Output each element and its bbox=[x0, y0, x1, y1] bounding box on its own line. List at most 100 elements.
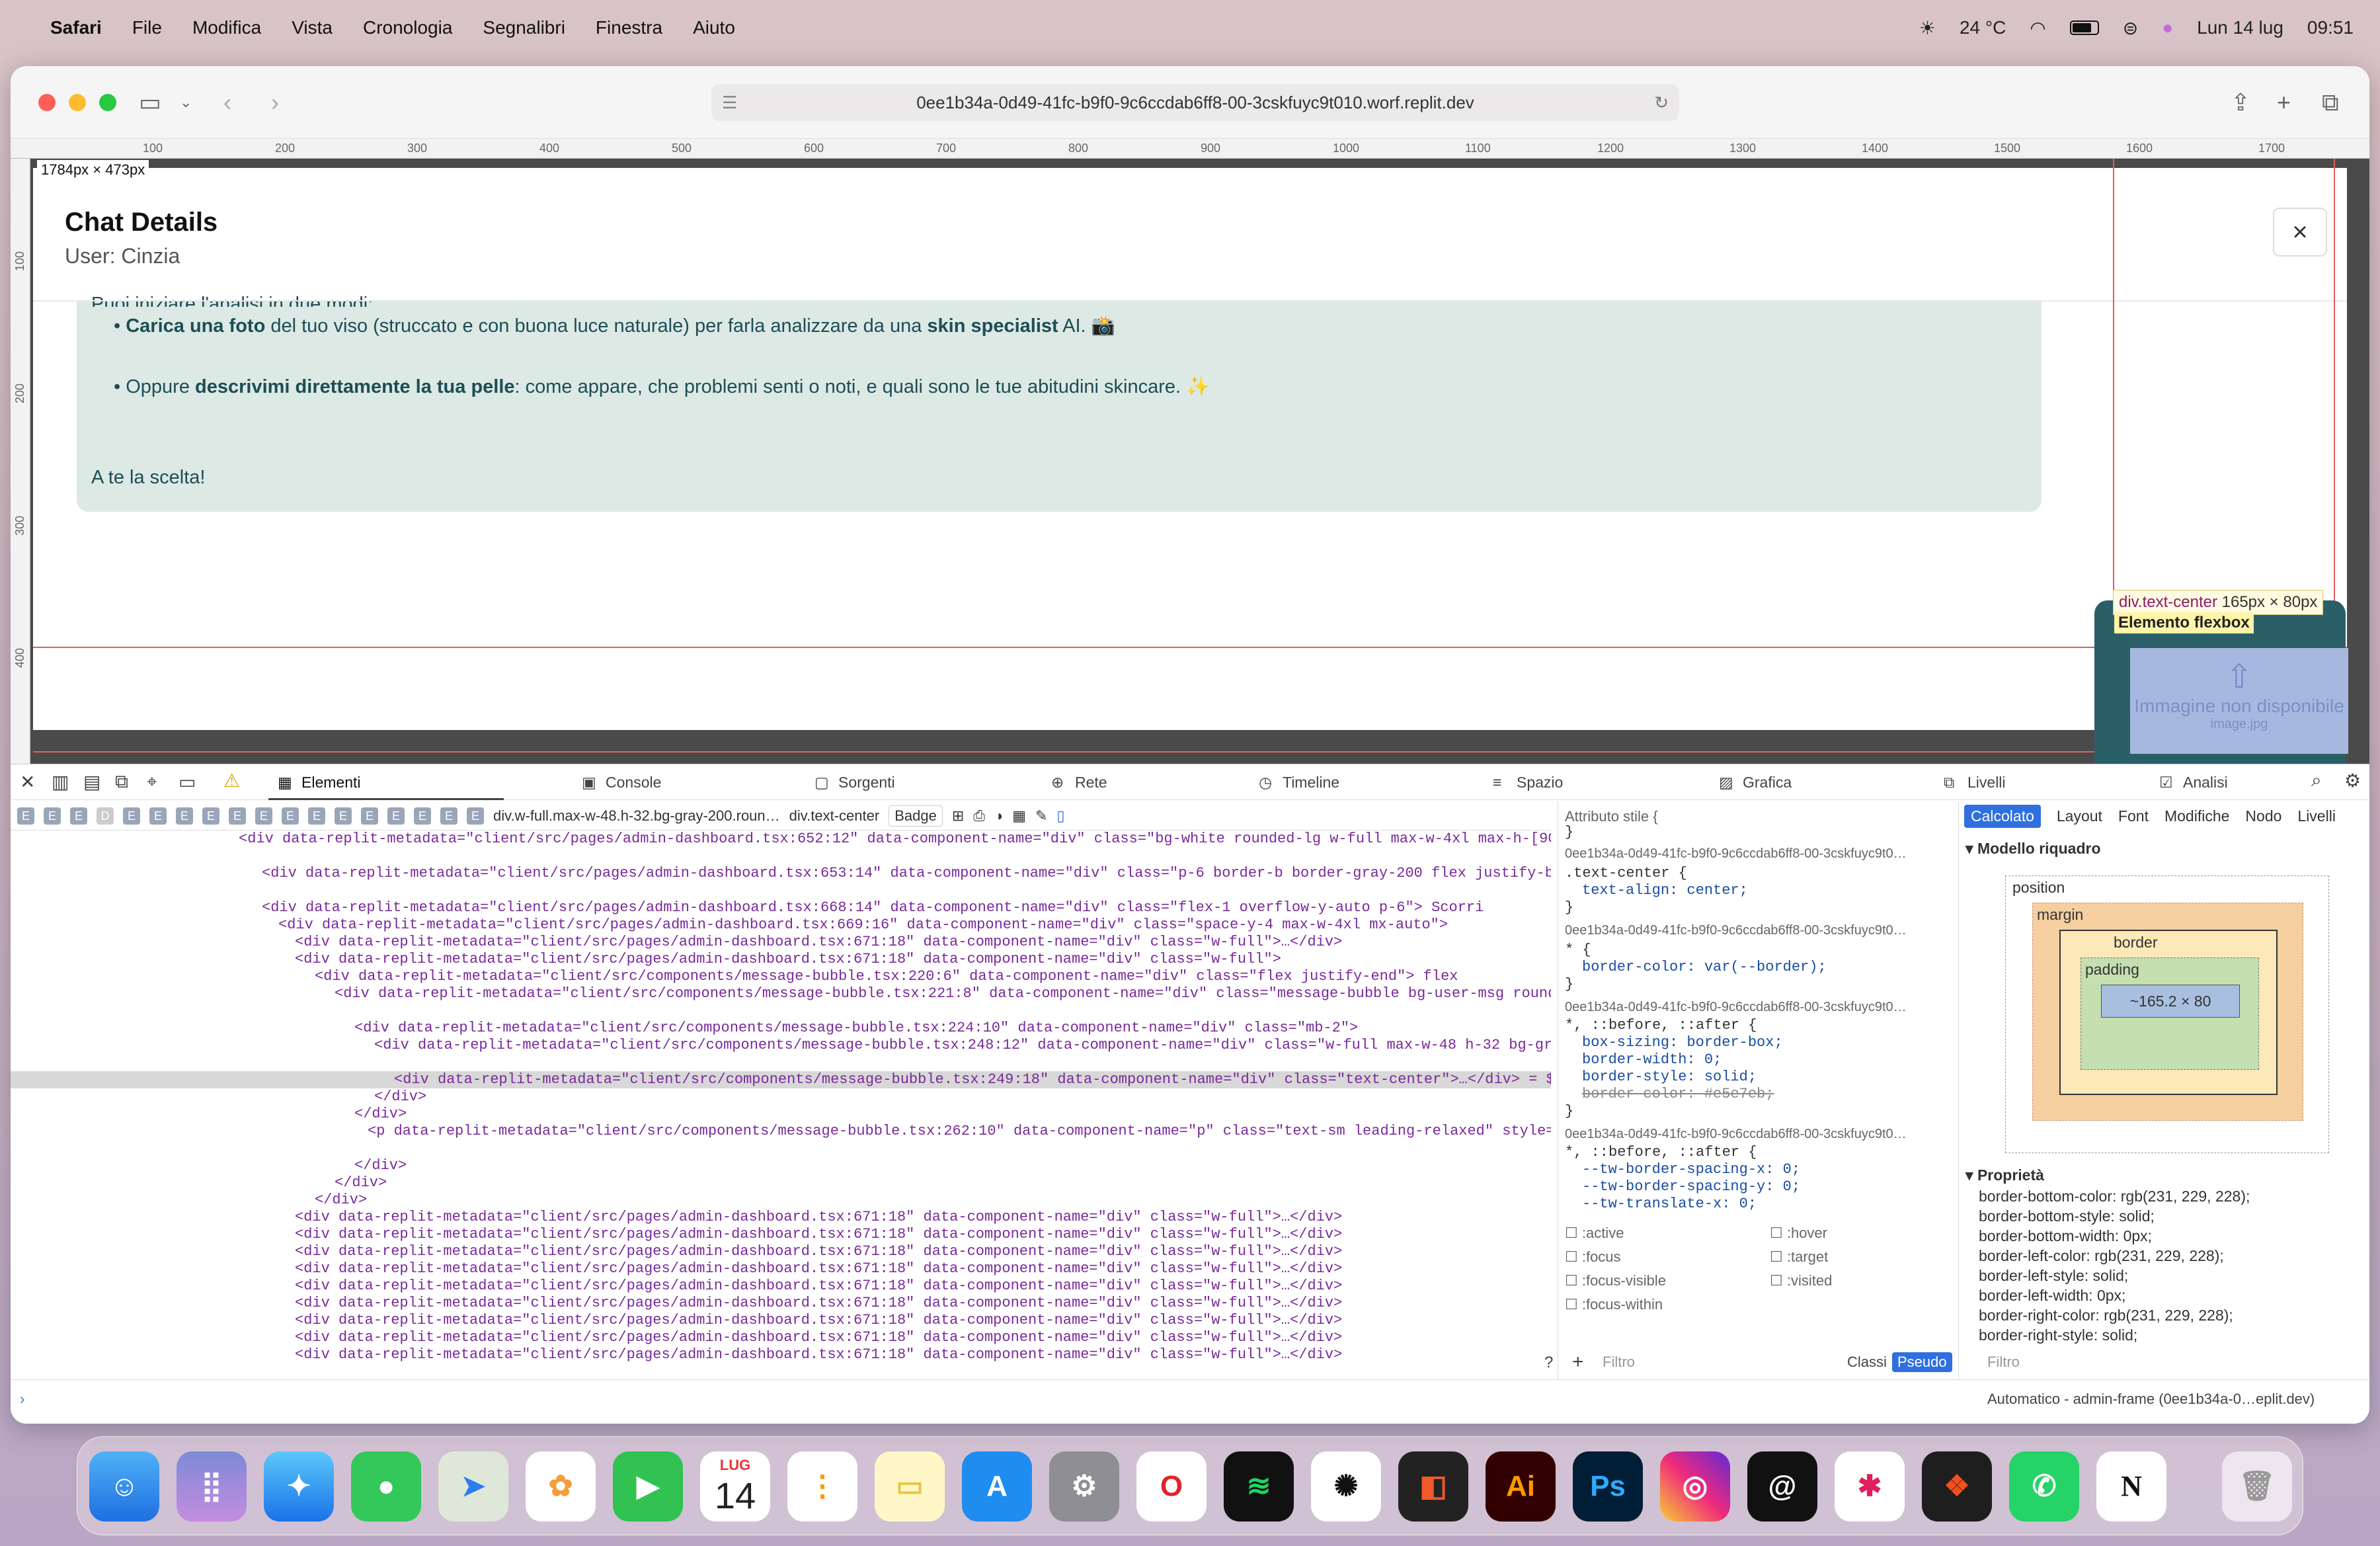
menu-finestra[interactable]: Finestra bbox=[596, 17, 662, 38]
breadcrumb-node[interactable]: E bbox=[361, 807, 378, 825]
facetime-icon[interactable]: ▶ bbox=[613, 1451, 683, 1522]
launchpad-icon[interactable]: ⣿ bbox=[177, 1451, 247, 1522]
tab-layout[interactable]: Layout bbox=[2057, 807, 2102, 825]
computed-prop[interactable]: border-right-style: solid; bbox=[1979, 1326, 2137, 1344]
dom-node[interactable]: <div data-replit-metadata="client/src/pa… bbox=[295, 1278, 1342, 1295]
menu-cronologia[interactable]: Cronologia bbox=[363, 17, 452, 38]
breadcrumb-node[interactable]: E bbox=[229, 807, 246, 825]
tab-overview-icon[interactable]: ⧉ bbox=[2322, 86, 2339, 119]
breadcrumb-node[interactable]: E bbox=[44, 807, 61, 825]
wifi-icon[interactable]: ◠ bbox=[2030, 17, 2045, 39]
dom-node[interactable]: </div> bbox=[335, 1174, 387, 1192]
dom-node[interactable]: <div data-replit-metadata="client/src/co… bbox=[374, 1037, 1551, 1054]
pseudo-button[interactable]: Pseudo bbox=[1892, 1352, 1952, 1372]
tab-elementi[interactable]: ▦ Elementi bbox=[268, 764, 504, 800]
box-model-title[interactable]: ▾ Modello riquadro bbox=[1965, 840, 2101, 858]
dom-node[interactable]: <div data-replit-metadata="client/src/pa… bbox=[295, 951, 1281, 968]
css-declaration[interactable]: border-width: 0; bbox=[1582, 1051, 1722, 1068]
device-icon[interactable]: ▭ bbox=[178, 771, 196, 793]
tab-nodo[interactable]: Nodo bbox=[2245, 807, 2281, 825]
dom-node[interactable]: <div data-replit-metadata="client/src/pa… bbox=[295, 1295, 1342, 1312]
css-declaration[interactable]: border-color: var(--border); bbox=[1582, 959, 1827, 975]
siri-icon[interactable]: ● bbox=[2162, 17, 2173, 38]
threads-icon[interactable]: @ bbox=[1747, 1451, 1817, 1522]
tab-calcolato[interactable]: Calcolato bbox=[1964, 804, 2041, 828]
notion-icon[interactable]: N bbox=[2096, 1451, 2166, 1522]
dom-node[interactable]: <div data-replit-metadata="client/src/pa… bbox=[262, 865, 1551, 882]
rule-source[interactable]: 0ee1b34a-0d49-41fc-b9f0-9c6ccdab6ff8-00-… bbox=[1565, 846, 1907, 862]
tab-rete[interactable]: ⊕ Rete bbox=[1042, 764, 1107, 800]
rule-source[interactable]: 0ee1b34a-0d49-41fc-b9f0-9c6ccdab6ff8-00-… bbox=[1565, 1127, 1907, 1142]
bm-content[interactable]: ~165.2 × 80 bbox=[2101, 985, 2240, 1018]
dom-node[interactable]: <div data-replit-metadata="client/src/pa… bbox=[239, 831, 1551, 848]
badge-button[interactable]: Badge bbox=[889, 805, 943, 827]
close-window-button[interactable] bbox=[38, 94, 56, 111]
minimize-window-button[interactable] bbox=[69, 94, 86, 111]
breadcrumb-node[interactable]: E bbox=[308, 807, 325, 825]
dom-node[interactable]: <div data-replit-metadata="client/src/pa… bbox=[295, 1346, 1342, 1363]
date[interactable]: Lun 14 lug bbox=[2197, 17, 2283, 38]
dock-bottom-icon[interactable]: ▤ bbox=[83, 771, 100, 793]
dock-side-icon[interactable]: ▥ bbox=[52, 771, 69, 793]
computed-prop[interactable]: border-bottom-style: solid; bbox=[1979, 1207, 2155, 1225]
illustrator-icon[interactable]: Ai bbox=[1486, 1451, 1556, 1522]
dom-node[interactable]: <div data-replit-metadata="client/src/co… bbox=[315, 968, 1458, 985]
breadcrumb-node[interactable]: E bbox=[414, 807, 431, 825]
rule-selector[interactable]: * { bbox=[1565, 942, 1591, 958]
sidebar-toggle-icon[interactable]: ▯ bbox=[1056, 807, 1064, 825]
pencil-icon[interactable]: ✎ bbox=[1035, 807, 1047, 825]
css-declaration[interactable]: --tw-translate-x: 0; bbox=[1582, 1196, 1757, 1212]
tab-livelli-side[interactable]: Livelli bbox=[2297, 807, 2336, 825]
safari-icon[interactable]: ✦ bbox=[264, 1451, 334, 1522]
breadcrumb-item[interactable]: div.w-full.max-w-48.h-32.bg-gray-200.rou… bbox=[493, 807, 780, 825]
dom-node[interactable]: </div> bbox=[374, 1088, 426, 1106]
close-button[interactable]: × bbox=[2273, 208, 2327, 257]
search-icon[interactable]: ⌕ bbox=[2311, 770, 2322, 792]
menu-file[interactable]: File bbox=[132, 17, 162, 38]
photoshop-icon[interactable]: Ps bbox=[1573, 1451, 1643, 1522]
finder-icon[interactable]: ☺ bbox=[89, 1451, 159, 1522]
css-declaration[interactable]: --tw-border-spacing-y: 0; bbox=[1582, 1178, 1800, 1195]
mirror-app-icon[interactable]: ◧ bbox=[1398, 1451, 1468, 1522]
new-tab-icon[interactable]: + bbox=[2277, 86, 2291, 119]
share-icon[interactable]: ⇪ bbox=[2231, 86, 2250, 119]
app-store-icon[interactable]: A bbox=[962, 1451, 1032, 1522]
dom-node[interactable]: <div data-replit-metadata="client/src/pa… bbox=[295, 1312, 1342, 1329]
appearance-icon[interactable]: ◑ bbox=[994, 807, 1003, 825]
temperature[interactable]: 24 °C bbox=[1960, 17, 2006, 38]
css-declaration[interactable]: border-style: solid; bbox=[1582, 1069, 1757, 1085]
tab-modifiche[interactable]: Modifiche bbox=[2164, 807, 2229, 825]
detach-icon[interactable]: ⧉ bbox=[115, 771, 128, 793]
breadcrumb-node[interactable]: E bbox=[70, 807, 87, 825]
pseudo-focus-within[interactable]: ☐ :focus-within bbox=[1565, 1296, 1663, 1313]
rule-selector[interactable]: *, ::before, ::after { bbox=[1565, 1144, 1757, 1160]
tab-analisi[interactable]: ☑ Analisi bbox=[2150, 764, 2228, 800]
reload-icon[interactable]: ↻ bbox=[1654, 93, 1669, 113]
instagram-icon[interactable]: ◎ bbox=[1660, 1451, 1730, 1522]
back-icon[interactable]: ‹ bbox=[223, 86, 231, 119]
grid-overlay-icon[interactable]: ⊞ bbox=[952, 807, 964, 825]
breadcrumb-node[interactable]: E bbox=[387, 807, 405, 825]
element-picker-icon[interactable]: ⌖ bbox=[147, 771, 157, 793]
dom-node[interactable]: <div data-replit-metadata="client/src/co… bbox=[335, 985, 1551, 1002]
pseudo-active[interactable]: ☐ :active bbox=[1565, 1225, 1624, 1242]
properties-title[interactable]: ▾ Proprietà bbox=[1965, 1166, 2044, 1184]
weather-icon[interactable]: ☀ bbox=[1919, 17, 1936, 39]
computed-prop[interactable]: border-bottom-width: 0px; bbox=[1979, 1227, 2152, 1245]
whatsapp-icon[interactable]: ✆ bbox=[2009, 1451, 2079, 1522]
dom-node[interactable]: <div data-replit-metadata="client/src/pa… bbox=[295, 1329, 1342, 1346]
breadcrumb-node[interactable]: E bbox=[255, 807, 272, 825]
computed-filter-input[interactable]: Filtro bbox=[1987, 1354, 2020, 1371]
dom-node[interactable]: <div data-replit-metadata="client/src/co… bbox=[354, 1020, 1358, 1037]
menu-vista[interactable]: Vista bbox=[292, 17, 333, 38]
sidebar-icon[interactable]: ▭ bbox=[139, 86, 161, 119]
tab-livelli[interactable]: ⧉ Livelli bbox=[1934, 764, 2006, 800]
classes-button[interactable]: Classi bbox=[1847, 1354, 1887, 1371]
warning-icon[interactable]: ⚠ bbox=[223, 770, 240, 792]
pseudo-focus-visible[interactable]: ☐ :focus-visible bbox=[1565, 1272, 1666, 1289]
tab-grafica[interactable]: ▨ Grafica bbox=[1710, 764, 1792, 800]
pseudo-target[interactable]: ☐ :target bbox=[1770, 1248, 1828, 1266]
help-icon[interactable]: ? bbox=[1544, 1354, 1553, 1372]
computed-prop[interactable]: border-left-color: rgb(231, 229, 228); bbox=[1979, 1247, 2224, 1265]
computed-prop[interactable]: border-left-width: 0px; bbox=[1979, 1287, 2125, 1305]
